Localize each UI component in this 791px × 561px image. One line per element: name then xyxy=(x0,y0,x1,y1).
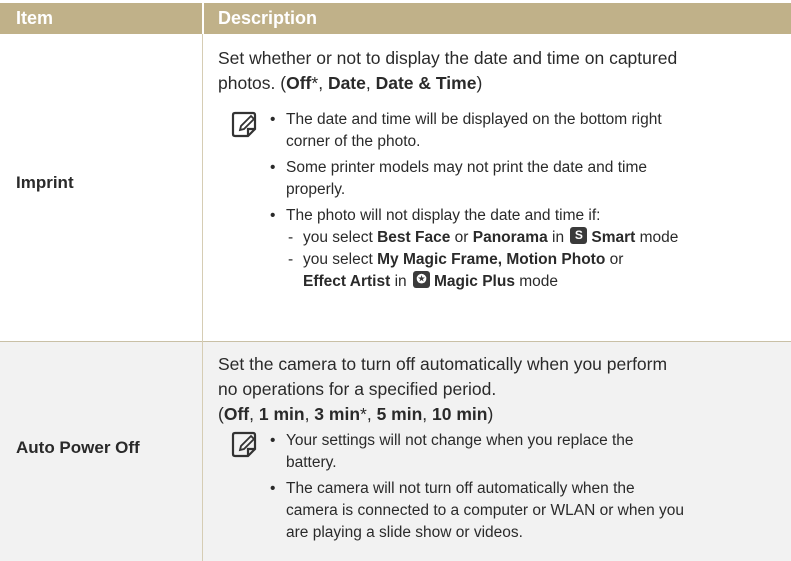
sub-list-item: you select Best Face or Panorama in SSma… xyxy=(270,227,775,249)
header-item: Item xyxy=(16,8,54,28)
imprint-desc-line2: photos. (Off*, Date, Date & Time) xyxy=(218,73,483,93)
auto-power-off-description: Set the camera to turn off automatically… xyxy=(218,352,778,427)
apo-desc-line1: Set the camera to turn off automatically… xyxy=(218,354,668,374)
list-item: The camera will not turn off automatical… xyxy=(270,478,775,544)
apo-desc-line2: no operations for a specified period. xyxy=(218,379,497,399)
sub-list-item: you select My Magic Frame, Motion Photo … xyxy=(270,249,775,293)
header-separator xyxy=(202,3,204,34)
note-pencil-icon xyxy=(231,431,257,458)
column-divider xyxy=(202,34,203,561)
list-item: The photo will not display the date and … xyxy=(270,205,775,227)
auto-power-off-notes: Your settings will not change when you r… xyxy=(270,430,775,544)
imprint-notes: The date and time will be displayed on t… xyxy=(270,109,775,293)
note-pencil-icon xyxy=(231,111,257,138)
list-item: The date and time will be displayed on t… xyxy=(270,109,775,153)
table-header: Item Description xyxy=(0,3,791,34)
apo-desc-line3: (Off, 1 min, 3 min*, 5 min, 10 min) xyxy=(218,404,494,424)
item-auto-power-off: Auto Power Off xyxy=(16,438,140,457)
header-description: Description xyxy=(218,8,318,28)
imprint-desc-line1: Set whether or not to display the date a… xyxy=(218,48,678,68)
magic-plus-mode-icon: ✪ xyxy=(412,271,430,288)
smart-mode-icon: S xyxy=(570,227,588,244)
imprint-description: Set whether or not to display the date a… xyxy=(218,46,778,96)
list-item: Some printer models may not print the da… xyxy=(270,157,775,201)
item-imprint: Imprint xyxy=(16,173,74,192)
list-item: Your settings will not change when you r… xyxy=(270,430,775,474)
